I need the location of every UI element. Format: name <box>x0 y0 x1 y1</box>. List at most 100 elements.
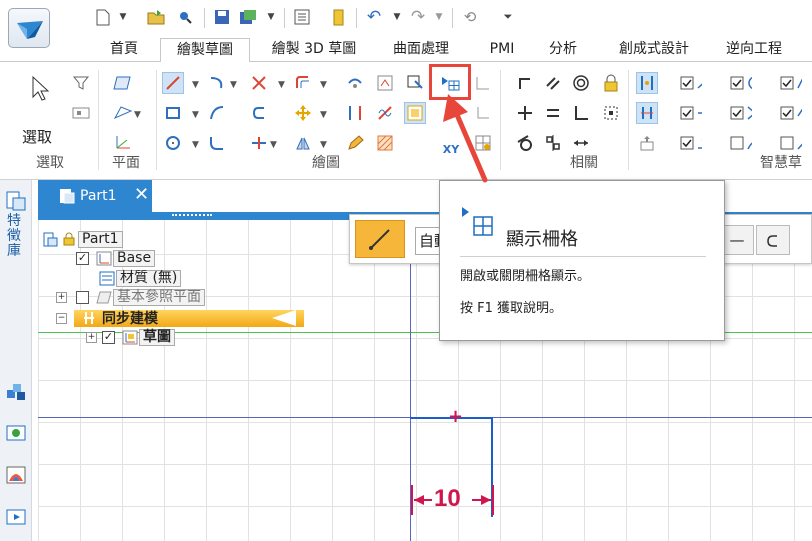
feature-library-icon[interactable] <box>5 190 27 212</box>
dimension-10[interactable]: 10 <box>410 485 495 515</box>
customize-dropdown-icon[interactable]: ⏷ <box>500 6 516 28</box>
smart-midpoint-check[interactable] <box>680 102 702 124</box>
sketch-label[interactable]: 草圖 <box>139 328 175 346</box>
tree-base[interactable]: ✓ Base <box>76 249 156 267</box>
tangent-icon[interactable] <box>514 132 536 154</box>
fillet-icon[interactable] <box>206 132 228 154</box>
appearance-icon[interactable] <box>5 464 27 486</box>
tab-pmi[interactable]: PMI <box>478 38 526 62</box>
smart-intersection-check[interactable] <box>730 102 752 124</box>
lock-icon[interactable] <box>600 72 622 94</box>
region-select-icon[interactable] <box>404 72 426 94</box>
close-icon[interactable]: ✕ <box>134 184 149 205</box>
document-tab[interactable]: Part1 ✕ <box>38 180 152 212</box>
pencil-icon[interactable] <box>344 132 366 154</box>
mirror-icon[interactable] <box>292 132 314 154</box>
offset-dropdown-icon[interactable]: ▼ <box>320 80 327 90</box>
trim-dropdown-icon[interactable]: ▼ <box>278 80 285 90</box>
undo-dropdown-icon[interactable]: ▼ <box>392 6 402 28</box>
collapse-icon[interactable]: − <box>56 312 67 324</box>
feature-library-label[interactable]: 特徵庫 <box>7 214 25 259</box>
tree-ref-planes[interactable]: + 基本參照平面 <box>56 288 205 306</box>
mirror-dropdown-icon[interactable]: ▼ <box>320 140 327 150</box>
smart-extra-check-1[interactable] <box>780 72 802 94</box>
line-mode-button[interactable]: — <box>720 225 754 255</box>
find-icon[interactable] <box>176 6 194 28</box>
offset-icon[interactable] <box>292 72 314 94</box>
xy-coordinate-button[interactable]: XY <box>440 138 462 160</box>
include-icon[interactable] <box>374 72 396 94</box>
layers-icon[interactable] <box>5 422 27 444</box>
dimension-arrows-icon[interactable] <box>570 132 592 154</box>
new-dropdown-icon[interactable]: ▼ <box>118 6 128 28</box>
save-all-icon[interactable] <box>238 6 258 28</box>
line-dropdown-icon[interactable]: ▼ <box>192 80 199 90</box>
plane-icon[interactable] <box>112 72 134 94</box>
smart-endpoint-check[interactable] <box>680 72 702 94</box>
smart-center-check[interactable] <box>730 72 752 94</box>
tree-sketch[interactable]: + ✓ 草圖 <box>86 328 175 346</box>
tree-sync[interactable]: − <box>56 309 67 327</box>
smart-tangent-check[interactable] <box>730 132 752 154</box>
new-file-icon[interactable] <box>94 6 112 28</box>
panel-grip[interactable] <box>172 214 212 217</box>
properties-icon[interactable] <box>292 6 312 28</box>
line-icon[interactable] <box>162 72 184 94</box>
tab-3d-sketch[interactable]: 繪製 3D 草圖 <box>260 38 368 62</box>
select-label[interactable]: 選取 <box>22 126 52 147</box>
ref-planes-checkbox[interactable] <box>76 290 89 304</box>
symmetric-icon[interactable] <box>542 132 564 154</box>
tree-root-label[interactable]: Part1 <box>78 230 123 248</box>
grid-options-icon[interactable] <box>472 132 494 154</box>
horizontal-vertical-icon[interactable] <box>570 102 592 124</box>
split-icon[interactable] <box>248 132 270 154</box>
parallel-icon[interactable] <box>542 72 564 94</box>
base-checkbox[interactable]: ✓ <box>76 251 89 265</box>
tab-surfacing[interactable]: 曲面處理 <box>382 38 460 62</box>
save-dropdown-icon[interactable]: ▼ <box>266 6 276 28</box>
corner-icon[interactable] <box>472 102 494 124</box>
extend-icon[interactable] <box>248 102 270 124</box>
align-vertical-icon[interactable] <box>344 102 366 124</box>
tab-home[interactable]: 首頁 <box>96 38 152 62</box>
tab-analysis[interactable]: 分析 <box>538 38 588 62</box>
smart-onelement-check[interactable] <box>680 132 702 154</box>
perpendicular-icon[interactable] <box>514 72 536 94</box>
circle-dropdown-icon[interactable]: ▼ <box>192 140 199 150</box>
project-icon[interactable] <box>344 72 366 94</box>
document-icon[interactable] <box>330 6 348 28</box>
arc-icon[interactable] <box>206 72 228 94</box>
repeat-icon[interactable]: ⟲ <box>460 6 480 28</box>
media-icon[interactable] <box>5 506 27 528</box>
trim-icon[interactable] <box>248 72 270 94</box>
arc-dropdown-icon[interactable]: ▼ <box>230 80 237 90</box>
move-dropdown-icon[interactable]: ▼ <box>320 110 327 120</box>
redo-icon[interactable]: ↷ <box>408 6 428 28</box>
smart-extra-check-3[interactable] <box>780 132 802 154</box>
plane-dropdown-icon[interactable]: ▼ <box>134 110 141 120</box>
equation-icon[interactable] <box>374 102 396 124</box>
assembly-icon[interactable] <box>5 380 27 402</box>
circle-icon[interactable] <box>162 132 184 154</box>
move-icon[interactable] <box>292 102 314 124</box>
tab-sketch[interactable]: 繪製草圖 <box>160 38 250 63</box>
expand-icon[interactable]: + <box>86 331 97 343</box>
tree-material[interactable]: 材質 (無) <box>98 269 182 287</box>
smart-extra-check-2[interactable] <box>780 102 802 124</box>
select-tools-icon[interactable] <box>70 102 92 124</box>
select-arrow-icon[interactable] <box>28 74 52 104</box>
open-folder-icon[interactable] <box>146 6 166 28</box>
equal-icon[interactable] <box>542 102 564 124</box>
rectangle-icon[interactable] <box>162 102 184 124</box>
relate-options-icon[interactable] <box>600 102 622 124</box>
rectangle-dropdown-icon[interactable]: ▼ <box>192 110 199 120</box>
arc-mode-button[interactable] <box>756 225 790 255</box>
expand-icon[interactable]: + <box>56 291 67 303</box>
tab-generative-design[interactable]: 創成式設計 <box>604 38 704 62</box>
dimension-value[interactable]: 10 <box>434 485 461 513</box>
base-label[interactable]: Base <box>113 249 156 267</box>
snap-icon[interactable] <box>472 72 494 94</box>
sketch-checkbox[interactable]: ✓ <box>102 330 115 344</box>
undo-icon[interactable]: ↶ <box>364 6 384 28</box>
intent-zone-icon[interactable] <box>636 132 658 154</box>
